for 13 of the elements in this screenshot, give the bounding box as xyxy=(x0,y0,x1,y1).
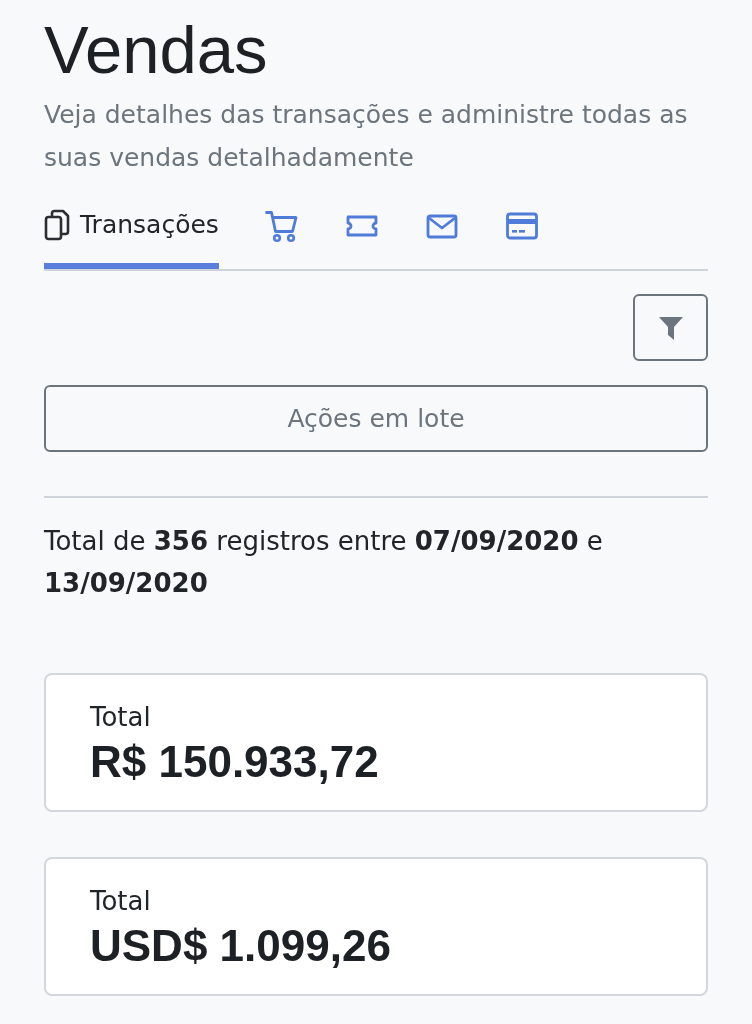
summary-text: Total de 356 registros entre 07/09/2020 e 13/09/2020 xyxy=(44,525,604,600)
page-title: Vendas xyxy=(44,16,269,83)
total-label: Total xyxy=(90,701,152,734)
total-label: Total xyxy=(90,885,152,918)
page-subtitle: Veja detalhes das transações e administre todas as suas vendas detalhadamente xyxy=(44,99,689,174)
batch-actions-button[interactable]: Ações em lote xyxy=(44,385,708,452)
copy-icon xyxy=(44,209,70,241)
total-amount: R$ 150.933,72 xyxy=(90,737,380,787)
filter-button[interactable] xyxy=(633,294,708,361)
filter-icon xyxy=(657,314,684,341)
tab[interactable]: Transações xyxy=(44,199,219,269)
cart-icon xyxy=(264,209,299,243)
total-amount: USD$ 1.099,26 xyxy=(90,921,392,971)
